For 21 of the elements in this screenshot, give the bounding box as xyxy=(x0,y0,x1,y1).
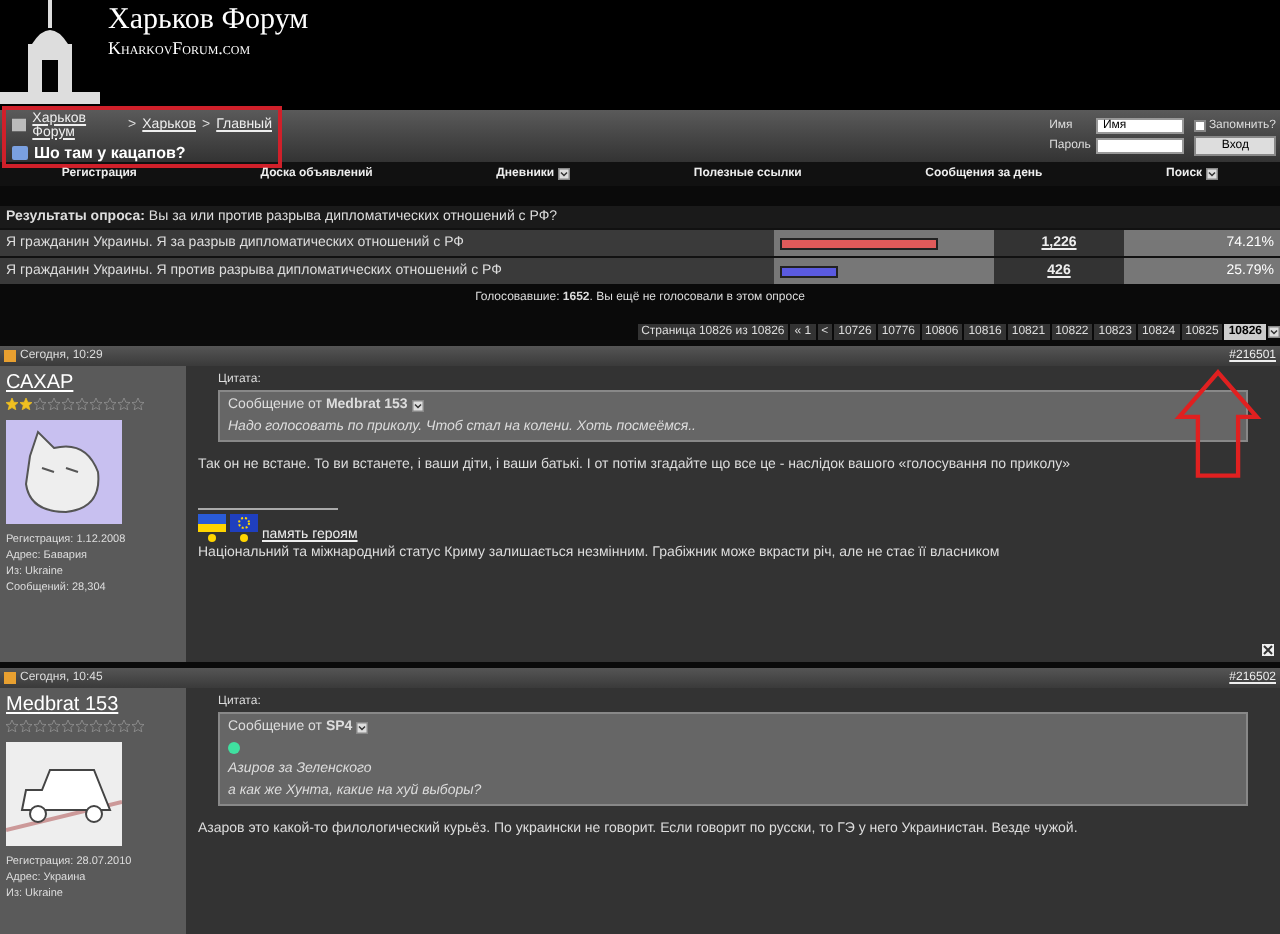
view-post-icon[interactable] xyxy=(411,399,424,411)
post-icon xyxy=(4,672,16,684)
thread-icon xyxy=(12,145,28,159)
dropdown-icon[interactable] xyxy=(558,168,571,180)
cat-avatar xyxy=(6,420,122,524)
username-link[interactable]: САХАР xyxy=(6,372,180,394)
folder-icon xyxy=(12,118,27,132)
forum-title: Харьков Форум xyxy=(108,4,309,38)
ukraine-flag-icon xyxy=(198,514,226,542)
view-post-icon[interactable] xyxy=(356,721,369,733)
eu-flag-icon xyxy=(230,514,258,542)
post-icon xyxy=(4,350,16,362)
page-menu-icon[interactable] xyxy=(1268,326,1280,338)
dropdown-icon[interactable] xyxy=(1206,168,1219,180)
report-icon[interactable] xyxy=(1262,644,1274,656)
thread-title: Шо там у кацапов? xyxy=(34,143,186,161)
username-link[interactable]: Medbrat 153 xyxy=(6,694,180,716)
car-sketch-avatar xyxy=(6,742,122,846)
remember-checkbox[interactable] xyxy=(1194,119,1207,131)
forum-domain: KharkovForum.com xyxy=(108,38,253,58)
password-field[interactable] xyxy=(1096,137,1185,153)
